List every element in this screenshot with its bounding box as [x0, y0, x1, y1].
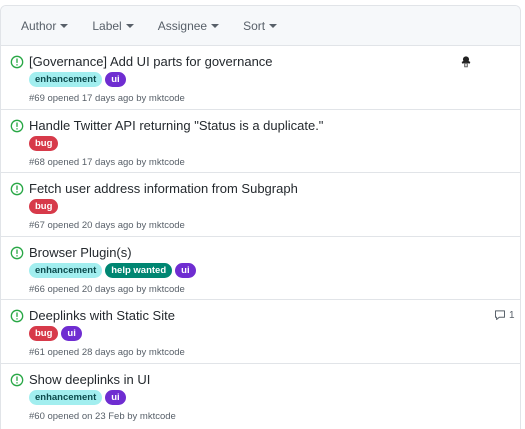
issue-opened-icon — [10, 55, 24, 69]
issue-title-link[interactable]: Fetch user address information from Subg… — [29, 181, 298, 196]
sort-filter-label: Sort — [243, 18, 266, 33]
issue-title-link[interactable]: Browser Plugin(s) — [29, 245, 132, 260]
issue-meta: #61 opened 28 days ago by mktcode — [29, 347, 185, 358]
label-badge[interactable]: bug — [29, 326, 59, 341]
comments-link[interactable]: 1 — [494, 309, 515, 321]
issues-filter-bar: Author Label Assignee Sort — [1, 6, 520, 46]
label-badge[interactable]: help wanted — [105, 262, 173, 278]
label-filter-label: Label — [92, 18, 122, 33]
issue-row[interactable]: Handle Twitter API returning "Status is … — [1, 110, 520, 173]
issue-title-link[interactable]: Deeplinks with Static Site — [29, 308, 175, 323]
assignee-filter[interactable]: Assignee — [157, 18, 220, 33]
caret-down-icon — [60, 24, 69, 28]
label-badge[interactable]: bug — [29, 135, 59, 151]
issue-labels: enhancement ui — [29, 389, 126, 405]
issue-opened-icon — [10, 182, 24, 196]
issue-opened-icon — [10, 119, 24, 132]
label-badge[interactable]: enhancement — [29, 262, 103, 278]
issue-labels: bug — [29, 199, 59, 214]
comment-icon — [495, 310, 505, 320]
issue-list: [Governance] Add UI parts for governance… — [1, 46, 520, 427]
sort-filter[interactable]: Sort — [243, 18, 278, 33]
label-badge[interactable]: ui — [61, 326, 82, 341]
issue-opened-icon — [10, 373, 24, 386]
label-badge[interactable]: enhancement — [29, 72, 103, 87]
author-filter[interactable]: Author — [21, 18, 69, 33]
issue-meta: #60 opened on 23 Feb by mktcode — [29, 410, 176, 422]
caret-down-icon — [211, 24, 220, 28]
label-badge[interactable]: ui — [105, 389, 126, 405]
label-badge[interactable]: enhancement — [29, 389, 103, 405]
issues-list-box: Author Label Assignee Sort [Governance] … — [0, 5, 521, 429]
label-badge[interactable]: ui — [175, 262, 196, 278]
issue-title-link[interactable]: Handle Twitter API returning "Status is … — [29, 118, 323, 133]
issue-opened-icon — [10, 246, 24, 259]
issue-row[interactable]: Show deeplinks in UI enhancement ui #60 ope… — [1, 364, 520, 428]
issue-meta: #68 opened 17 days ago by mktcode — [29, 156, 185, 168]
issue-row[interactable]: [Governance] Add UI parts for governance… — [1, 46, 520, 110]
label-filter[interactable]: Label — [92, 18, 134, 33]
issue-row[interactable]: Deeplinks with Static Site bug ui #61 opene… — [1, 300, 520, 364]
author-filter-label: Author — [21, 18, 57, 33]
issue-title-link[interactable]: [Governance] Add UI parts for governance — [29, 54, 273, 69]
issue-labels: enhancement ui — [29, 72, 126, 87]
caret-down-icon — [269, 24, 278, 28]
comment-count: 1 — [509, 309, 515, 321]
issue-labels: bug — [29, 135, 59, 151]
label-badge[interactable]: ui — [105, 72, 126, 87]
issue-opened-icon — [10, 309, 24, 323]
issue-row[interactable]: Browser Plugin(s) enhancement help wanted u… — [1, 237, 520, 300]
caret-down-icon — [125, 24, 134, 28]
issue-row[interactable]: Fetch user address information from Subg… — [1, 173, 520, 237]
issue-labels: enhancement help wanted ui — [29, 262, 196, 278]
issue-title-link[interactable]: Show deeplinks in UI — [29, 372, 150, 387]
issue-meta: #69 opened 17 days ago by mktcode — [29, 93, 185, 104]
issue-meta: #67 opened 20 days ago by mktcode — [29, 220, 185, 231]
issue-meta: #66 opened 20 days ago by mktcode — [29, 283, 185, 295]
assignee-filter-label: Assignee — [157, 18, 208, 33]
issue-labels: bug ui — [29, 326, 82, 341]
avatar-icon[interactable] — [459, 55, 473, 69]
label-badge[interactable]: bug — [29, 199, 59, 214]
